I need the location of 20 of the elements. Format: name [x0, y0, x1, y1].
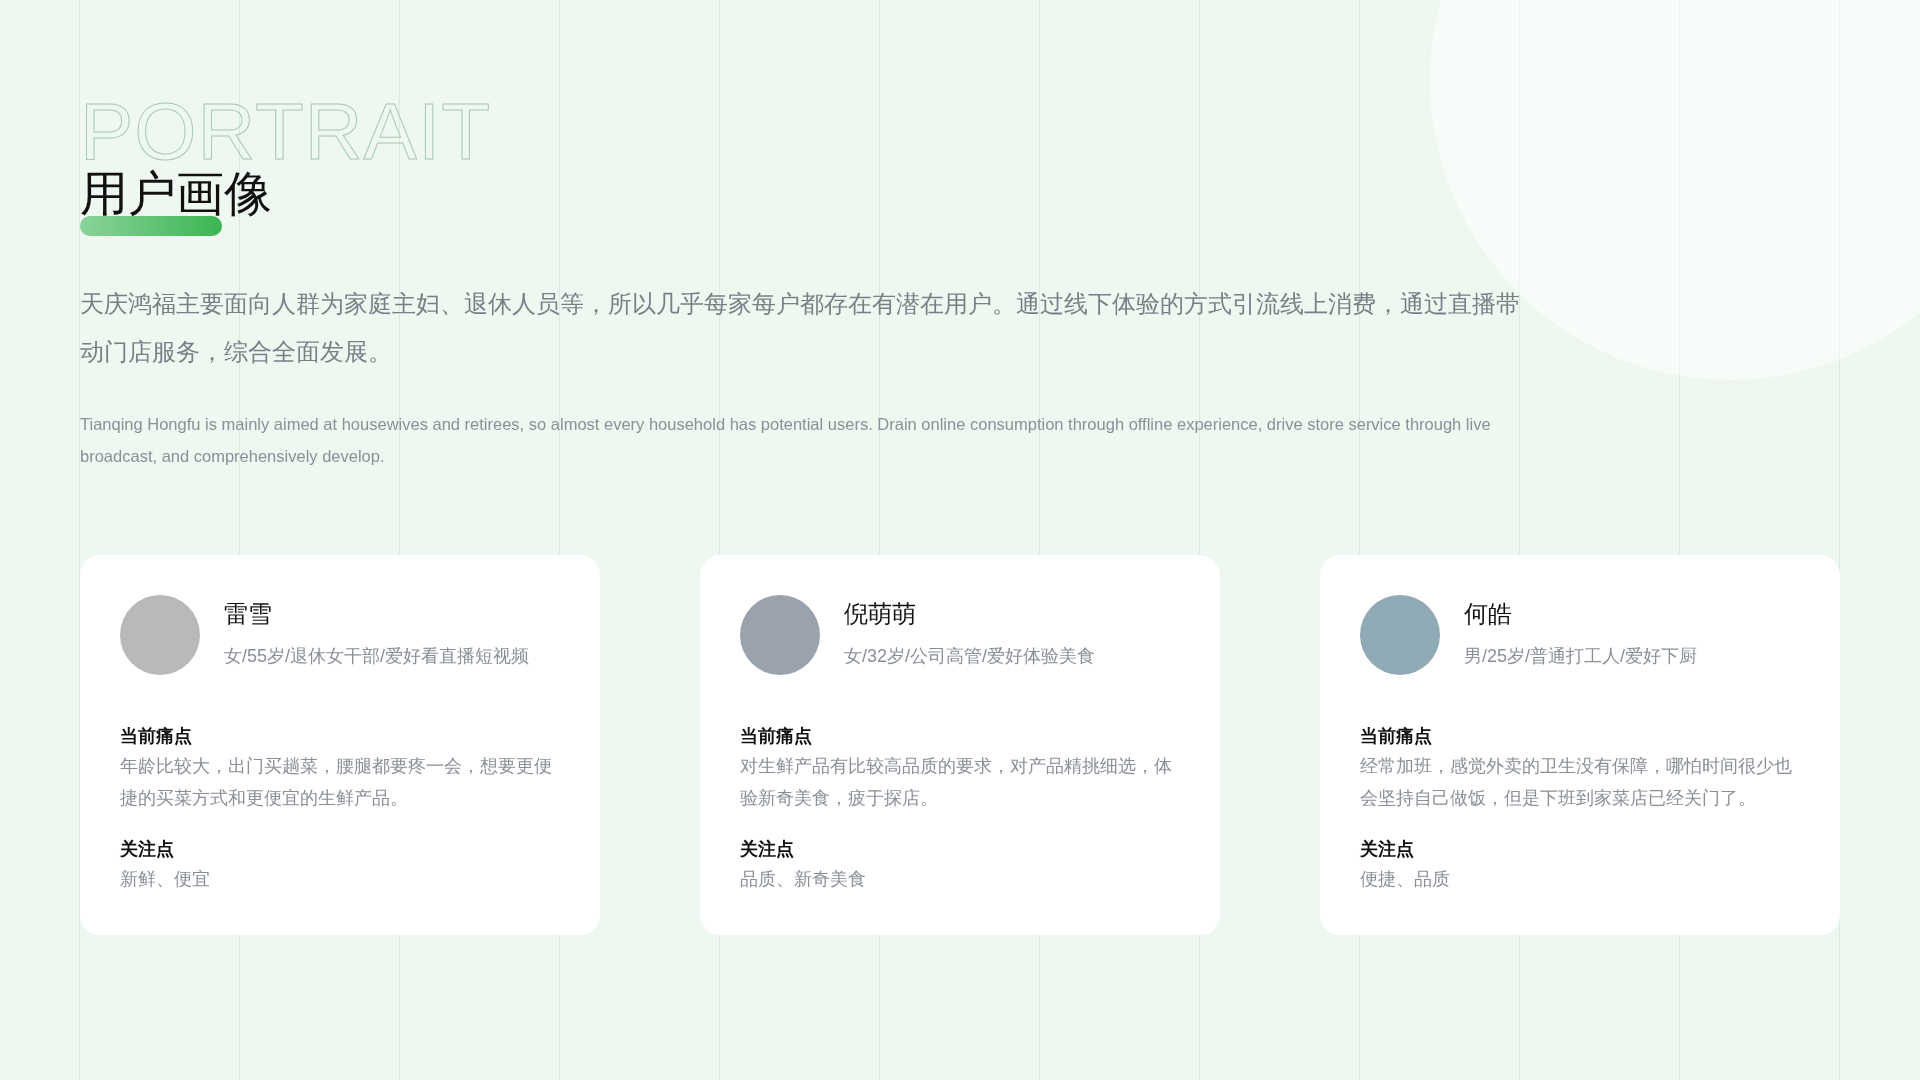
focus-text: 新鲜、便宜: [120, 868, 211, 891]
section-heading: 关注点: [1360, 838, 1415, 861]
persona-name: 何皓: [1464, 600, 1513, 629]
section-heading: 当前痛点: [120, 725, 193, 748]
section-heading: 关注点: [740, 838, 795, 861]
persona-profile: 女/55岁/退休女干部/爱好看直播短视频: [224, 644, 530, 668]
focus-text: 品质、新奇美食: [740, 868, 867, 891]
pain-point-text: 年龄比较大，出门买趟菜，腰腿都要疼一会，想要更便捷的买菜方式和更便宜的生鲜产品。: [120, 755, 553, 810]
pain-point-text: 对生鲜产品有比较高品质的要求，对产品精挑细选，体验新奇美食，疲于探店。: [740, 755, 1173, 810]
pain-point-text: 经常加班，感觉外卖的卫生没有保障，哪怕时间很少也会坚持自己做饭，但是下班到家菜店已经关门了。: [1360, 755, 1793, 810]
section-heading: 当前痛点: [1360, 725, 1433, 748]
section-heading: 当前痛点: [740, 725, 813, 748]
intro-paragraph: 天庆鸿福主要面向人群为家庭主妇、退休人员等，所以几乎每家每户都存在有潜在用户。通过线下体验的方式引流线上消费，通过直播带动门店服务，综合全面发展。: [80, 289, 1521, 367]
intro-paragraph-english: Tianqing Hongfu is mainly aimed at housewives and retirees, so almost every household has potential users. Drain online consumption through offline experience, drive store service through live broadcast, and comprehensively develop.: [80, 414, 1492, 467]
persona-profile: 女/32岁/公司高管/爱好体验美食: [844, 644, 1096, 668]
focus-text: 便捷、品质: [1360, 868, 1451, 891]
persona-profile: 男/25岁/普通打工人/爱好下厨: [1464, 644, 1698, 668]
section-heading: 关注点: [120, 838, 175, 861]
persona-name: 雷雪: [224, 600, 273, 629]
persona-name: 倪萌萌: [844, 600, 917, 629]
